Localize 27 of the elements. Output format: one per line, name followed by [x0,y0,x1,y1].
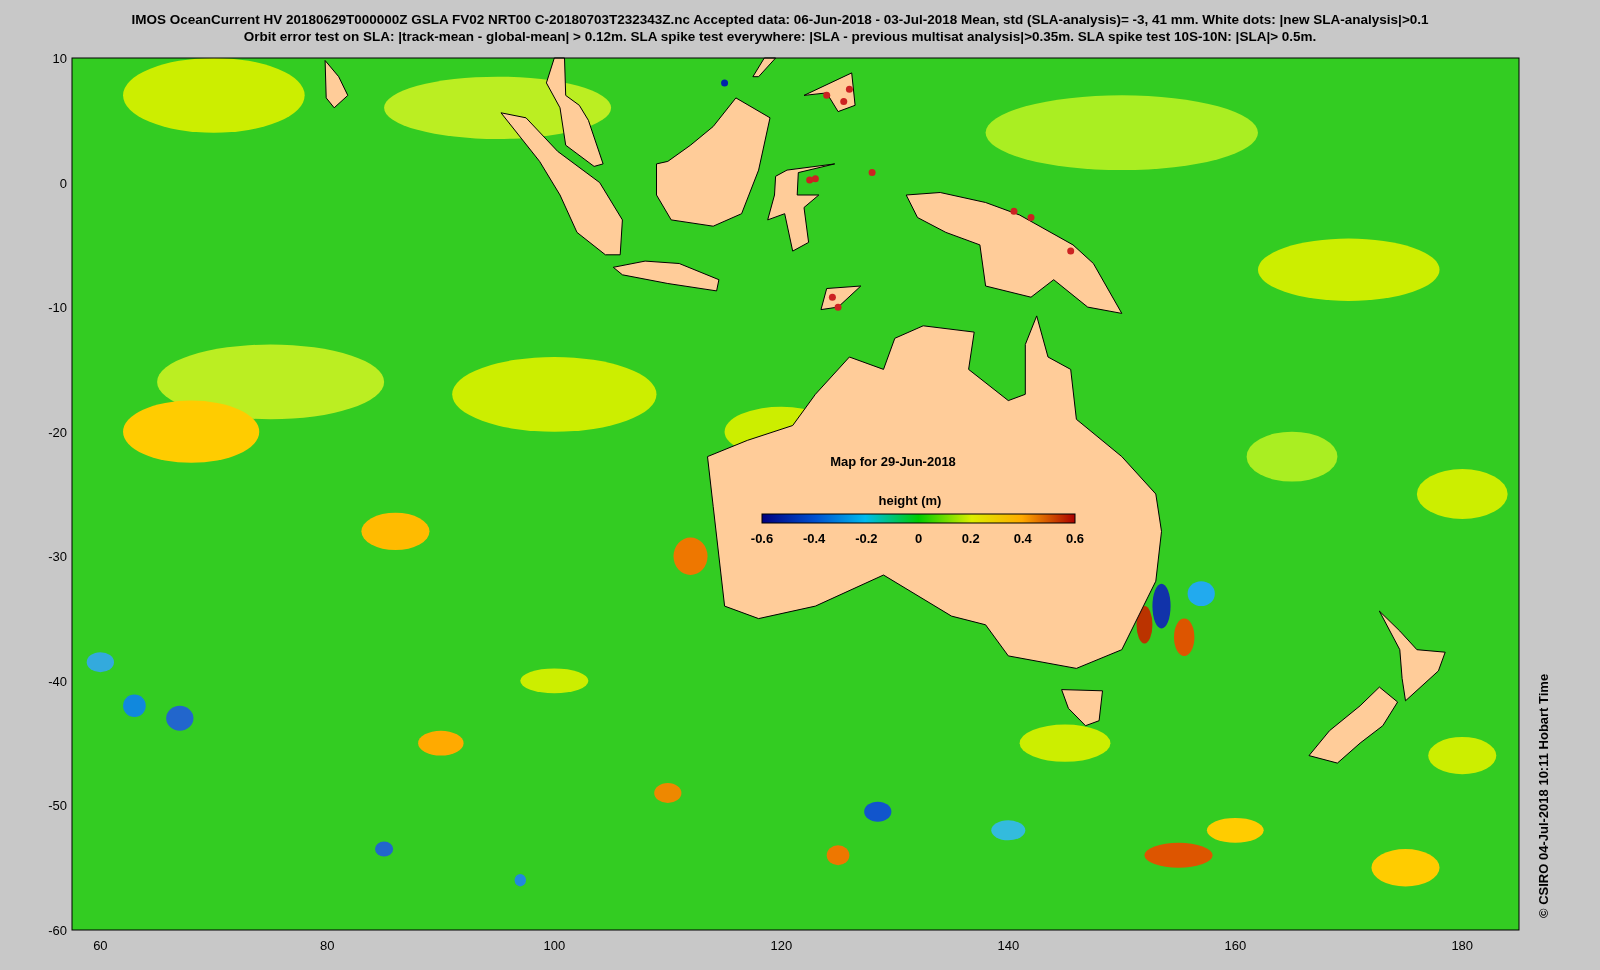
axis-tick-label: 60 [93,938,108,953]
copyright-credit: © CSIRO 04-Jul-2018 10:11 Hobart Time [1536,673,1551,918]
axis-tick-label: 80 [320,938,335,953]
colorbar-tick-label: 0.6 [1065,531,1085,546]
axis-tick-label: -50 [48,798,67,814]
axis-tick-label: 180 [1451,938,1474,953]
axis-tick-label: 10 [52,51,67,66]
axis-tick-label: 140 [997,938,1020,953]
map-date-label: Map for 29-Jun-2018 [830,454,956,469]
colorbar-tick-label: -0.6 [750,531,774,546]
colorbar-tick-label: 0.2 [961,531,980,546]
axis-tick-label: -30 [48,549,67,565]
plot-title: IMOS OceanCurrent HV 20180629T000000Z GSLA FV02 NRT00 C-20180703T232343Z.nc Accepted data: 06-Jun-2018 - 03-Jul-2018 Mean, std (SLA-analysis)= -3, 41 mm. White dots: |new SLA-analysis|>0.1 [131,12,1429,27]
colorbar-tick-label: 0 [914,531,923,546]
colorbar-title: height (m) [878,493,942,508]
axis-tick-label: -20 [48,424,67,440]
colorbar-tick-label: -0.4 [802,531,826,546]
axis-tick-label: -40 [48,673,67,689]
axis-tick-label: 100 [543,938,566,953]
axis-tick-label: 160 [1224,938,1247,953]
colorbar-tick-label: 0.4 [1013,531,1032,546]
axis-tick-label: 0 [59,175,67,191]
plot-title: Orbit error test on SLA: |track-mean - global-mean| > 0.12m. SLA spike test everywhere: |SLA - previous multisat analysis|>0.35m. SLA spike test 10S-10N: |SLA|> 0.5m. [243,29,1317,44]
axis-tick-label: 120 [770,938,793,953]
axis-tick-label: -60 [48,923,67,938]
colorbar-tick-label: -0.2 [855,531,878,546]
axis-tick-label: -10 [48,300,67,316]
